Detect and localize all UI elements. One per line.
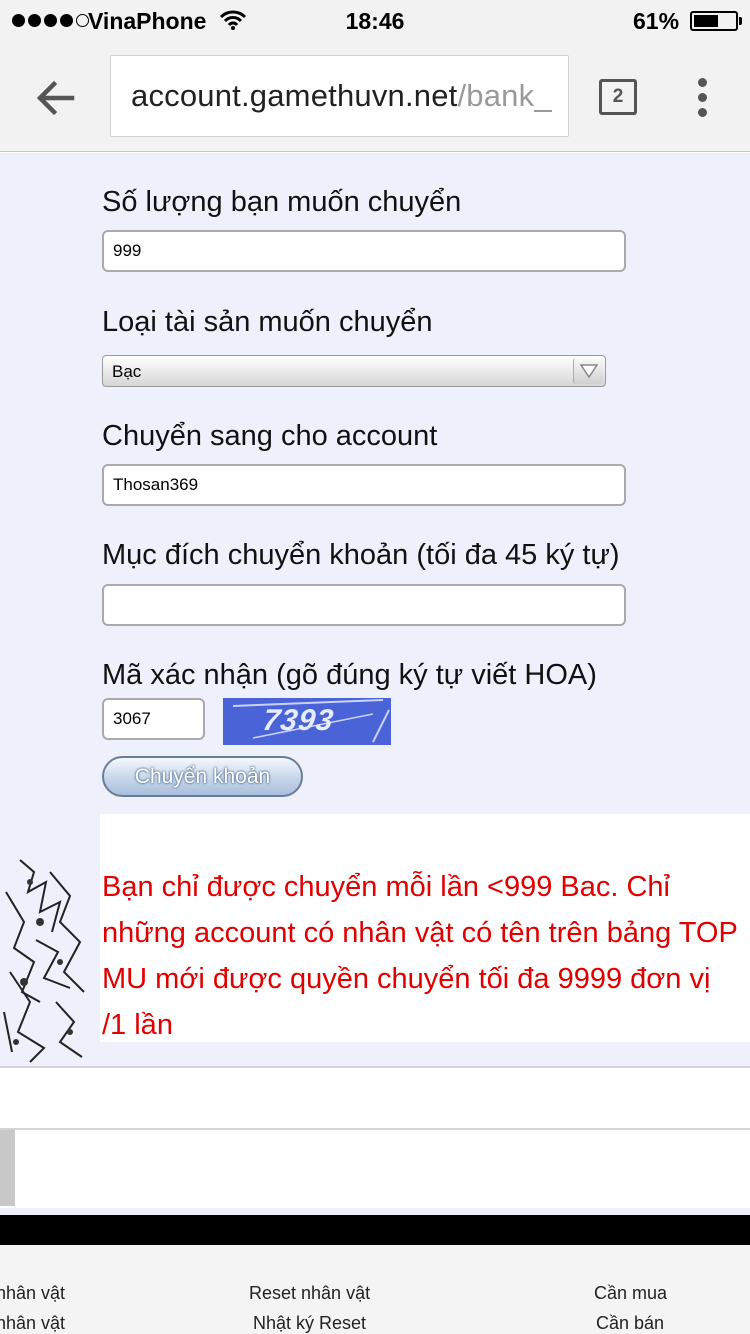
captcha-text: 7393 — [260, 704, 337, 737]
browser-toolbar: account.gamethuvn.net/bank_ 2 — [0, 42, 750, 152]
recipient-input[interactable] — [102, 464, 626, 506]
url-host: account.gamethuvn.net — [131, 78, 458, 113]
status-bar: VinaPhone 18:46 61% — [0, 0, 750, 42]
divider — [0, 1128, 750, 1130]
captcha-label: Mã xác nhận (gõ đúng ký tự viết HOA) — [102, 659, 597, 691]
battery-tip — [739, 17, 742, 25]
amount-label: Số lượng bạn muốn chuyển — [102, 186, 462, 218]
footer-link-want-to-buy[interactable]: Cần mua — [594, 1283, 667, 1304]
purpose-input[interactable] — [102, 584, 626, 626]
transfer-limit-notice: Bạn chỉ được chuyển mỗi lần <999 Bac. Ch… — [102, 871, 738, 1041]
url-text: account.gamethuvn.net/bank_ — [131, 78, 552, 114]
url-bar[interactable]: account.gamethuvn.net/bank_ — [110, 55, 569, 137]
captcha-image: 7393 — [223, 698, 391, 745]
captcha-input[interactable] — [102, 698, 205, 740]
dropdown-arrow-icon — [573, 358, 603, 384]
footer-divider-bar — [0, 1215, 750, 1245]
transfer-submit-button[interactable]: Chuyển khoản — [102, 756, 303, 797]
footer-link-character[interactable]: nhân vật — [0, 1283, 65, 1304]
footer-nav: nhân vật nhân vật Reset nhân vật Nhật ký… — [0, 1245, 750, 1334]
side-panel-edge — [0, 1130, 15, 1206]
url-path: /bank_ — [457, 78, 552, 113]
amount-input[interactable] — [102, 230, 626, 272]
divider — [0, 1066, 750, 1068]
overflow-menu-icon[interactable] — [692, 76, 714, 120]
recipient-label: Chuyển sang cho account — [102, 420, 438, 452]
battery-percent: 61% — [633, 8, 680, 34]
footer-link-reset-character[interactable]: Reset nhân vật — [249, 1283, 370, 1304]
character-sketch-image — [3, 859, 85, 1063]
footer-link-want-to-sell[interactable]: Cần bán — [596, 1313, 664, 1334]
battery-icon — [690, 11, 738, 31]
content-band — [0, 1068, 750, 1208]
footer-link-character-2[interactable]: nhân vật — [0, 1313, 65, 1334]
battery-level — [694, 15, 718, 27]
footer-link-reset-log[interactable]: Nhật ký Reset — [253, 1313, 366, 1334]
tab-switcher-button[interactable]: 2 — [599, 79, 637, 115]
back-arrow-icon[interactable] — [32, 74, 80, 122]
asset-type-select[interactable]: Bạc — [102, 355, 606, 387]
asset-type-selected: Bạc — [112, 362, 142, 381]
purpose-label: Mục đích chuyển khoản (tối đa 45 ký tự) — [102, 539, 620, 571]
asset-type-label: Loại tài sản muốn chuyển — [102, 306, 433, 338]
